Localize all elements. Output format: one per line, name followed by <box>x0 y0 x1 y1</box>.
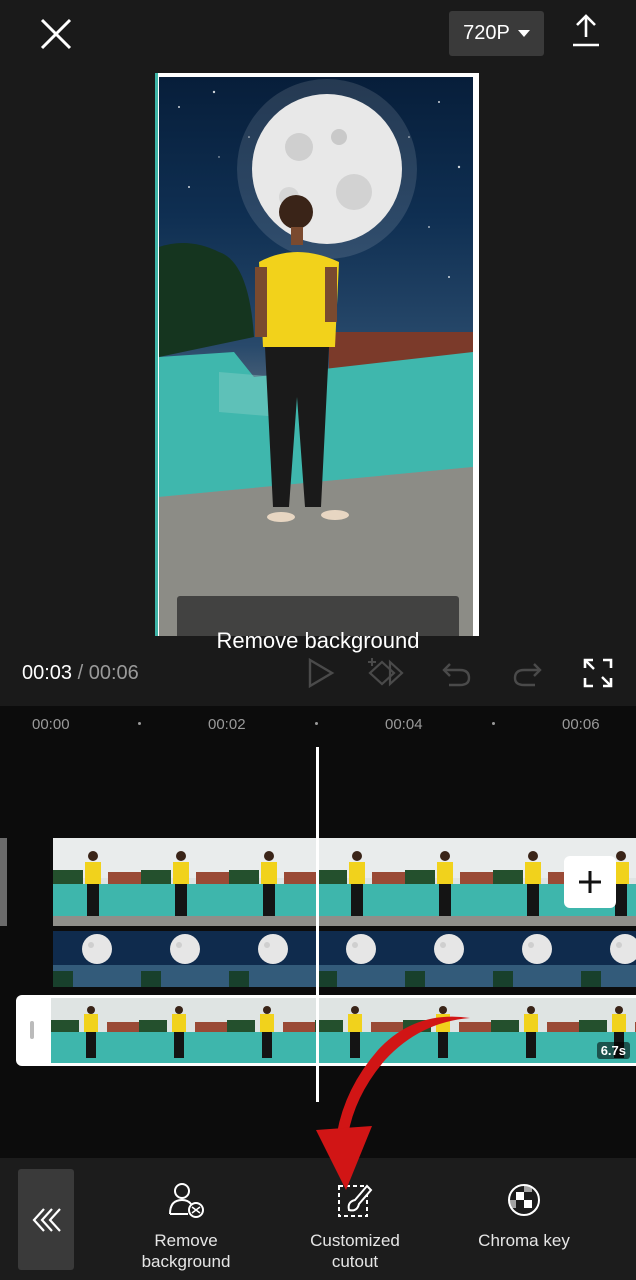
tool-label-line1: Customized <box>310 1231 400 1250</box>
ruler-tick <box>138 722 141 725</box>
double-chevron-left-icon <box>32 1207 61 1232</box>
brush-cutout-icon <box>338 1184 373 1217</box>
caret-down-icon <box>517 30 530 37</box>
ruler-label: 00:06 <box>562 716 600 733</box>
tool-label-line1: Remove <box>154 1231 218 1250</box>
tool-label-line1: Chroma key <box>478 1231 570 1250</box>
person-remove-icon <box>169 1183 204 1218</box>
plus-icon <box>579 871 601 893</box>
resolution-dropdown[interactable]: 720P <box>449 11 544 56</box>
fullscreen-icon <box>583 658 613 688</box>
redo-icon <box>513 663 542 687</box>
tool-chroma-key[interactable]: Chroma key <box>449 1180 599 1251</box>
tool-remove-background[interactable]: Remove background <box>111 1180 261 1272</box>
overlay-track-thumbnails <box>53 931 636 987</box>
toast-message: Remove background <box>216 628 420 653</box>
time-separator: / <box>72 662 89 684</box>
current-time: 00:03 <box>22 662 73 684</box>
tool-label-line2: cutout <box>331 1252 379 1271</box>
ruler-label: 00:02 <box>208 716 246 733</box>
preview-frame-edge <box>155 73 158 636</box>
export-upload-icon <box>573 14 599 47</box>
undo-icon <box>442 663 471 687</box>
main-video-track[interactable] <box>53 838 636 926</box>
ruler-label: 00:04 <box>385 716 423 733</box>
chroma-key-icon <box>508 1184 540 1216</box>
overlay-track[interactable] <box>53 931 636 987</box>
resolution-label: 720P <box>463 22 510 44</box>
keyframe-button[interactable] <box>366 656 406 690</box>
play-button[interactable] <box>303 656 337 690</box>
close-icon <box>40 18 72 50</box>
redo-button[interactable] <box>510 656 544 690</box>
previous-clip-edge[interactable] <box>0 838 7 926</box>
clip-trim-handle[interactable] <box>30 1021 34 1039</box>
ruler-tick <box>315 722 318 725</box>
ruler-label: 00:00 <box>32 716 70 733</box>
export-button[interactable] <box>571 14 601 48</box>
collapse-toolbar-button[interactable] <box>18 1169 74 1270</box>
selected-clip[interactable]: 6.7s <box>16 995 636 1066</box>
add-clip-button[interactable] <box>564 856 616 908</box>
time-display: 00:03 / 00:06 <box>22 662 139 685</box>
undo-button[interactable] <box>440 656 474 690</box>
selected-clip-thumbnails: 6.7s <box>51 998 636 1063</box>
keyframe-add-icon <box>368 658 404 687</box>
clip-duration-badge: 6.7s <box>596 1042 630 1059</box>
video-preview[interactable] <box>155 73 479 636</box>
tool-customized-cutout[interactable]: Customized cutout <box>280 1180 430 1272</box>
playhead[interactable] <box>316 747 319 1102</box>
play-icon <box>308 657 335 689</box>
total-duration: 00:06 <box>88 662 139 684</box>
main-track-thumbnails <box>53 838 636 926</box>
fullscreen-button[interactable] <box>581 656 615 690</box>
close-button[interactable] <box>38 16 74 52</box>
ruler-tick <box>492 722 495 725</box>
tool-label-line2: background <box>141 1252 231 1271</box>
preview-frame-image <box>159 77 473 636</box>
